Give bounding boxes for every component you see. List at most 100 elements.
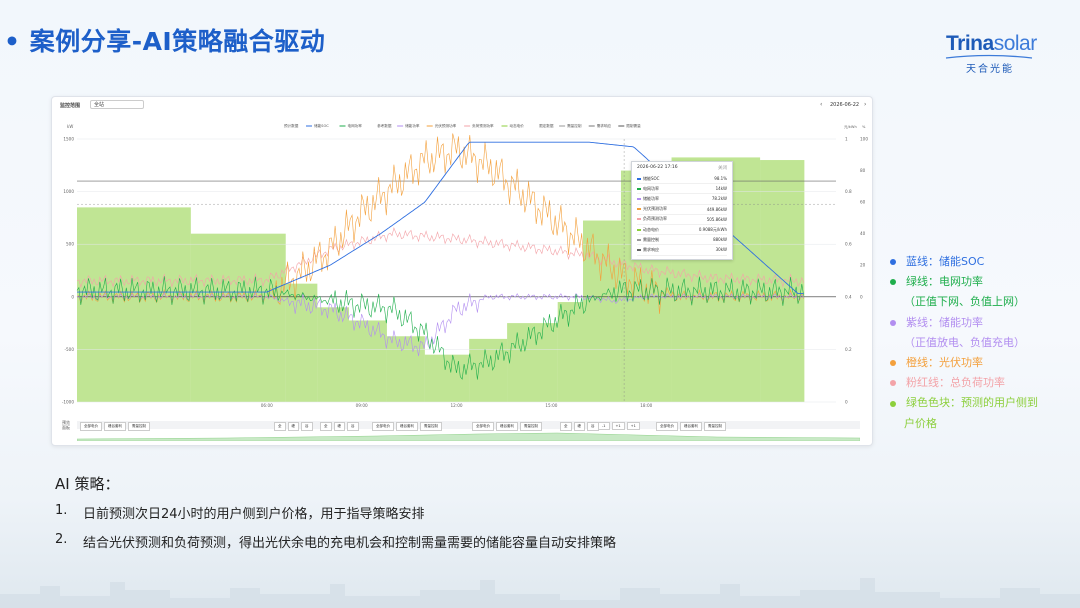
control-button-group: 全部电价 峰谷套利 需量控制	[372, 422, 442, 431]
side-legend-item: 户价格	[890, 414, 1060, 434]
logo-brand: Trinasolar	[946, 32, 1037, 55]
series-swatch-icon	[637, 197, 641, 200]
y-tick-label: 500	[66, 242, 74, 247]
series-swatch-icon	[637, 177, 641, 180]
series-swatch-icon	[637, 208, 641, 211]
control-button[interactable]: 全	[560, 422, 572, 431]
chart-legend-label: 动态电价	[510, 123, 525, 128]
control-button[interactable]: 全部电价	[656, 422, 678, 431]
preview-minimap[interactable]	[77, 431, 860, 441]
y3-tick-label: 40	[860, 231, 866, 236]
price-block	[348, 320, 387, 402]
control-button[interactable]: +1	[611, 422, 625, 430]
chart-legend-label: 储能功率	[405, 123, 420, 128]
energy-chart[interactable]: 预计数据 储能SOC 电网功率 参考数据 储能功率 光伏预测功率 负荷预测功率 动态电价 限定数…	[52, 97, 872, 417]
control-button[interactable]: +1	[626, 422, 640, 430]
tooltip-close-button[interactable]: 关闭	[718, 165, 727, 171]
control-button[interactable]: 峰谷套利	[104, 422, 126, 431]
control-button-group: 全峰谷	[560, 422, 599, 431]
title-text: 案例分享-AI策略融合驱动	[29, 27, 326, 56]
control-button[interactable]: 峰谷套利	[396, 422, 418, 431]
logo-cn-name: 天合光能	[966, 64, 1014, 75]
tooltip-row-value: 880kW	[713, 237, 727, 243]
strategy-item: 1. 日前预测次日24小时的用户侧到户价格，用于指导策略安排	[55, 503, 616, 532]
tooltip-row: 储能功率 78.2kW	[637, 194, 727, 205]
price-block	[317, 307, 349, 402]
price-block	[507, 323, 558, 402]
legend-dot-icon	[890, 360, 896, 367]
price-block	[583, 220, 621, 402]
series-swatch-icon	[637, 248, 641, 251]
chart-legend-group: 参考数据	[377, 123, 392, 128]
control-button[interactable]: 需量控制	[420, 422, 442, 431]
strategy-item-text: 结合光伏预测和负荷预测，得出光伏余电的充电机会和控制需量需要的储能容量自动安排策…	[83, 536, 617, 551]
preview-control-bar: 预览 面板 全部电价 峰谷套利 需量控制全峰谷全峰谷全部电价 峰谷套利 需量控制 全部电价…	[52, 419, 872, 443]
y2-tick-label: 1	[845, 137, 848, 142]
control-button[interactable]: 全部电价	[472, 422, 494, 431]
tooltip-row-key: 需量控制	[643, 236, 659, 242]
legend-text: 户价格	[904, 416, 937, 430]
control-button[interactable]: 谷	[347, 422, 359, 431]
control-button-group: 全峰谷	[320, 422, 359, 431]
x-tick-label: 12:00	[450, 403, 462, 408]
control-button[interactable]: 需量控制	[704, 422, 726, 431]
tooltip-row-value: 0.9088元/kWh	[698, 226, 727, 232]
series-swatch-icon	[637, 218, 641, 221]
side-legend-item: 蓝线：储能SOC	[890, 252, 1060, 272]
legend-dot-icon	[890, 380, 896, 387]
legend-dot-icon	[890, 279, 896, 286]
city-skyline-decoration	[0, 578, 1080, 608]
control-button-group: 全部电价 峰谷套利 需量控制	[80, 422, 150, 431]
control-button[interactable]: 峰谷套利	[680, 422, 702, 431]
control-button[interactable]: 峰	[333, 422, 345, 431]
control-button-group: 全峰谷	[274, 422, 313, 431]
control-button[interactable]: 需量控制	[128, 422, 150, 431]
control-button[interactable]: 谷	[587, 422, 599, 431]
strategy-title: AI 策略：	[55, 475, 120, 493]
control-button[interactable]: 全部电价	[372, 422, 394, 431]
strategy-list: 1. 日前预测次日24小时的用户侧到户价格，用于指导策略安排 2. 结合光伏预测和负荷…	[55, 503, 616, 561]
preview-label: 预览 面板	[62, 420, 70, 430]
side-legend-item: 紫线：储能功率	[890, 313, 1060, 333]
legend-text: 蓝线：储能SOC	[906, 255, 985, 268]
price-block	[190, 233, 286, 402]
legend-dot-icon	[890, 319, 896, 326]
control-button[interactable]: 峰	[287, 422, 299, 431]
y-tick-label: 1000	[63, 189, 74, 194]
control-button[interactable]: 全部电价	[80, 422, 102, 431]
side-legend-item: （正值放电、负值充电）	[890, 333, 1060, 353]
chart-legend-label: 限制需量	[626, 123, 641, 128]
tooltip-row: 电网功率 14kW	[637, 184, 727, 195]
side-legend-item: 绿线：电网功率	[890, 272, 1060, 292]
tooltip-row-value: 98.1%	[714, 176, 727, 182]
title-bullet: •	[4, 27, 21, 56]
y2-tick-label: 0.2	[845, 347, 852, 352]
control-button[interactable]: 谷	[301, 422, 313, 431]
chart-legend-label: 光伏预测功率	[435, 123, 457, 128]
tooltip-row-key: 储能功率	[643, 195, 659, 201]
legend-text: 粉红线：总负荷功率	[906, 376, 1005, 390]
series-swatch-icon	[637, 187, 641, 190]
control-button[interactable]: -1	[598, 422, 610, 430]
y-tick-label: 0	[71, 294, 74, 299]
control-button[interactable]: 峰	[573, 422, 585, 431]
y-tick-label: -500	[64, 347, 74, 352]
control-button[interactable]: 全	[320, 422, 332, 431]
y3-tick-label: 0	[860, 294, 863, 299]
control-button[interactable]: 全	[274, 422, 286, 431]
control-button[interactable]: 需量控制	[520, 422, 542, 431]
tooltip-row: 负荷预测功率 505.86kW	[637, 215, 727, 225]
strategy-item-number: 1.	[55, 503, 68, 518]
series-swatch-icon	[637, 228, 641, 231]
control-button-group: 全部电价 峰谷套利 需量控制	[472, 422, 542, 431]
series-swatch-icon	[637, 238, 641, 241]
side-legend-item: （正值下网、负值上网）	[890, 292, 1060, 312]
y3-tick-label: 100	[860, 137, 868, 142]
y-axis-unit: kW	[67, 124, 73, 129]
control-strip	[77, 421, 860, 429]
tooltip-row-value: 449.86kW	[706, 206, 727, 212]
chart-legend-label: 负荷预测功率	[472, 123, 494, 128]
y-tick-label: -1000	[62, 400, 75, 405]
control-button[interactable]: 峰谷套利	[496, 422, 518, 431]
x-tick-label: 18:00	[640, 403, 652, 408]
